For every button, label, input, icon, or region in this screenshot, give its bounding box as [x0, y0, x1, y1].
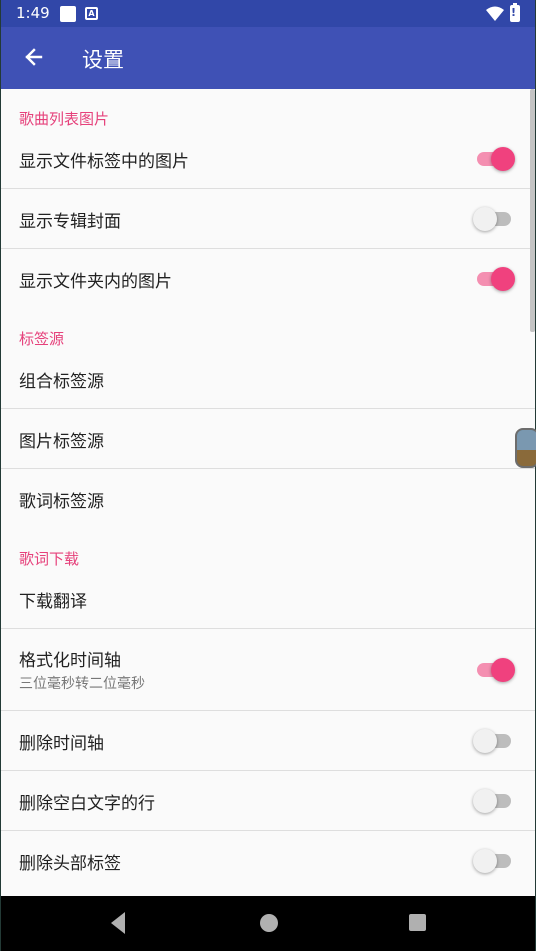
setting-title: 下载翻译 — [19, 592, 87, 612]
circle-home-icon[interactable] — [260, 914, 278, 932]
setting-title: 图片标签源 — [19, 432, 104, 452]
toggle-switch[interactable] — [475, 267, 515, 291]
floating-artwork-thumbnail[interactable] — [515, 428, 536, 468]
triangle-back-icon[interactable] — [108, 909, 128, 937]
toggle-switch[interactable] — [475, 658, 515, 682]
setting-remove-timeline[interactable]: 删除时间轴 — [1, 711, 535, 771]
wifi-icon — [486, 6, 504, 21]
setting-title: 格式化时间轴 — [19, 651, 121, 671]
battery-icon: ! — [510, 3, 520, 22]
setting-lyrics-tag-source[interactable]: 歌词标签源 — [1, 469, 535, 529]
square-recents-icon[interactable] — [409, 914, 426, 931]
setting-download-translation[interactable]: 下载翻译 — [1, 569, 535, 629]
notification-square-icon — [60, 6, 76, 22]
toggle-switch[interactable] — [473, 849, 515, 873]
setting-image-tag-source[interactable]: 图片标签源 — [1, 409, 535, 469]
setting-title: 显示文件标签中的图片 — [19, 152, 189, 172]
setting-title: 组合标签源 — [19, 372, 104, 392]
setting-title: 显示专辑封面 — [19, 212, 121, 232]
setting-title: 歌词标签源 — [19, 492, 104, 512]
toggle-switch[interactable] — [473, 729, 515, 753]
setting-remove-header-tags[interactable]: 删除头部标签 — [1, 831, 535, 891]
settings-list: 歌曲列表图片 显示文件标签中的图片 显示专辑封面 显示文件夹内的图片 标签源 组… — [1, 89, 535, 891]
app-bar: 设置 — [1, 27, 535, 89]
status-bar: 1:49 A ! — [1, 0, 535, 27]
setting-show-tag-artwork[interactable]: 显示文件标签中的图片 — [1, 129, 535, 189]
setting-show-folder-image[interactable]: 显示文件夹内的图片 — [1, 249, 535, 309]
battery-alert-glyph: ! — [511, 6, 517, 19]
setting-title: 删除头部标签 — [19, 854, 121, 874]
toggle-switch[interactable] — [473, 789, 515, 813]
navigation-bar — [1, 896, 535, 951]
status-time: 1:49 — [16, 4, 50, 22]
setting-remove-blank-lines[interactable]: 删除空白文字的行 — [1, 771, 535, 831]
page-title: 设置 — [82, 48, 124, 72]
setting-combined-tag-source[interactable]: 组合标签源 — [1, 349, 535, 409]
setting-title: 删除空白文字的行 — [19, 794, 155, 814]
settings-screen: 1:49 A ! 设置 歌曲列表图片 显示文件标签中的图片 显示专辑封面 显示文… — [1, 0, 535, 951]
toggle-switch[interactable] — [473, 207, 515, 231]
category-header-tag-source: 标签源 — [19, 330, 65, 348]
back-button[interactable] — [13, 38, 53, 78]
setting-format-timeline[interactable]: 格式化时间轴 三位毫秒转二位毫秒 — [1, 629, 535, 711]
toggle-switch[interactable] — [475, 147, 515, 171]
notification-a-icon: A — [85, 7, 98, 20]
category-header-lyrics-download: 歌词下载 — [19, 550, 80, 568]
setting-title: 显示文件夹内的图片 — [19, 272, 172, 292]
setting-title: 删除时间轴 — [19, 734, 104, 754]
setting-summary: 三位毫秒转二位毫秒 — [19, 676, 145, 692]
scroll-indicator — [530, 89, 535, 332]
arrow-back-icon — [25, 48, 43, 66]
setting-show-album-cover[interactable]: 显示专辑封面 — [1, 189, 535, 249]
category-header-artwork: 歌曲列表图片 — [19, 110, 110, 128]
